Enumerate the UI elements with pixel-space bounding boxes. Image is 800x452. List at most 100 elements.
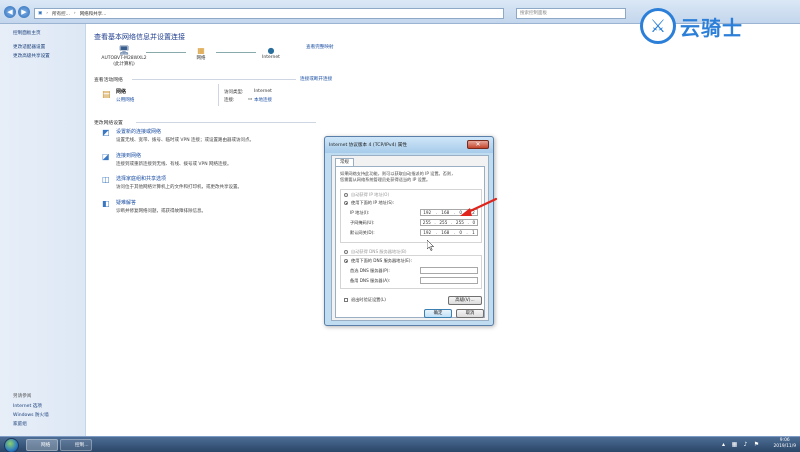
mouse-cursor-icon (427, 240, 435, 251)
homegroup-icon: ◫ (102, 175, 110, 184)
control-panel-icon: ▣ (38, 11, 43, 16)
taskbar-item-label: 网络 (41, 443, 51, 448)
link-network-type[interactable]: 公用网络 (116, 97, 134, 103)
radio-manual-dns[interactable] (344, 259, 348, 263)
access-type-value: Internet (254, 89, 272, 94)
network-name: 网络 (116, 89, 127, 95)
radio-auto-dns[interactable] (344, 250, 348, 254)
computer-icon: 🖥 (118, 46, 130, 56)
ipv4-properties-dialog: Internet 协议版本 4 (TCP/IPv4) 属性 ✕ 常规 如果网络支… (324, 136, 494, 326)
back-arrow-icon[interactable]: ◀ (4, 6, 16, 18)
link-full-map[interactable]: 查看完整映射 (306, 44, 334, 50)
dot: . (467, 220, 469, 225)
divider (136, 122, 316, 123)
chevron-right-icon: › (73, 11, 76, 16)
search-input[interactable]: 搜索控制面板 (516, 8, 626, 19)
mask-octet: 255 (455, 220, 464, 225)
dot: . (435, 230, 437, 235)
tab-general[interactable]: 常规 (335, 158, 354, 166)
ok-button[interactable]: 确定 (424, 309, 452, 318)
network-tray-icon[interactable]: ▦ (731, 441, 738, 448)
breadcrumb-all-control-panel[interactable]: 所有控... (52, 11, 70, 17)
network-label: 网络 (196, 56, 206, 61)
mask-octet: 255 (422, 220, 431, 225)
general-panel: 如果网络支持此功能，则可以获取自动指派的 IP 设置。否则， 您需要从网络系统管… (335, 166, 485, 318)
alternate-dns-label: 备用 DNS 服务器(A): (350, 278, 391, 283)
dialog-titlebar[interactable]: Internet 协议版本 4 (TCP/IPv4) 属性 ✕ (325, 137, 493, 153)
address-input[interactable]: ▣ › 所有控... › 网络和共享... (34, 8, 504, 19)
access-type-label: 访问类型: (224, 90, 244, 95)
network-bench-icon: ▤ (102, 90, 111, 100)
connect-network-icon: ◪ (102, 152, 110, 161)
dot: . (453, 210, 455, 215)
ip-octet: 168 (441, 210, 450, 215)
active-networks-header: 查看活动网络 (94, 78, 123, 83)
validate-label: 退出时验证设置(L) (351, 297, 386, 302)
ethernet-icon: ▭ (248, 97, 253, 102)
internet-label: Internet (262, 55, 280, 60)
link-advanced-sharing[interactable]: 更改高级共享设置 (13, 53, 50, 59)
volume-icon[interactable]: ♪ (742, 441, 749, 448)
ip-octet: 192 (423, 210, 432, 215)
radio-manual-ip[interactable] (344, 201, 348, 205)
dialog-body: 常规 如果网络支持此功能，则可以获取自动指派的 IP 设置。否则， 您需要从网络… (331, 155, 489, 321)
task-new-connection[interactable]: 设置新的连接或网络 (116, 128, 161, 135)
troubleshoot-icon: ◧ (102, 199, 110, 208)
clock-date: 2019/11/9 (773, 444, 796, 449)
dot: . (434, 220, 436, 225)
link-connect-disconnect[interactable]: 连接或断开连接 (300, 76, 332, 82)
cancel-button[interactable]: 取消 (456, 309, 484, 318)
link-control-panel-home[interactable]: 控制面板主页 (13, 30, 41, 36)
taskbar-item-network[interactable]: 网络 (26, 439, 58, 451)
intro-line-2: 您需要从网络系统管理员处获得适当的 IP 设置。 (340, 177, 431, 182)
task-homegroup[interactable]: 选择家庭组和共享选项 (116, 175, 166, 182)
alternate-dns-input[interactable] (420, 277, 478, 284)
radio-auto-ip[interactable] (344, 193, 348, 197)
task-connect-network-desc: 连接到或重新连接到无线、有线、拨号或 VPN 网络连接。 (116, 162, 232, 167)
subnet-mask-input[interactable]: 255. 255. 255. 0 (420, 219, 478, 226)
clock[interactable]: 9:06 2019/11/9 (773, 438, 796, 450)
map-network: ▦ 网络 (186, 46, 216, 61)
gw-octet: 192 (423, 230, 432, 235)
connections-label: 连接: (224, 98, 235, 103)
mask-octet: 0 (472, 220, 476, 225)
link-windows-firewall[interactable]: Windows 防火墙 (13, 412, 49, 418)
start-button[interactable] (4, 438, 19, 452)
link-internet-options[interactable]: Internet 选项 (13, 403, 42, 409)
taskbar-item-control[interactable]: 控制... (60, 439, 92, 451)
map-internet: ● Internet (256, 46, 286, 60)
gateway-input[interactable]: 192. 168. 0. 1 (420, 229, 478, 236)
task-troubleshoot-desc: 诊断并修复网络问题，或获得故障排除信息。 (116, 209, 206, 214)
validate-checkbox[interactable] (344, 298, 348, 302)
mask-octet: 255 (439, 220, 448, 225)
flag-icon[interactable]: ⚑ (753, 441, 760, 448)
close-icon[interactable]: ✕ (467, 140, 489, 149)
dot: . (435, 210, 437, 215)
preferred-dns-label: 首选 DNS 服务器(P): (350, 268, 390, 273)
preferred-dns-input[interactable] (420, 267, 478, 274)
subnet-mask-label: 子网掩码(U): (350, 220, 375, 225)
new-connection-icon: ◩ (102, 128, 110, 137)
link-homegroup[interactable]: 家庭组 (13, 421, 27, 427)
task-homegroup-desc: 访问位于其他网络计算机上的文件和打印机，或更改共享设置。 (116, 185, 242, 190)
forward-arrow-icon[interactable]: ▶ (18, 6, 30, 18)
advanced-button[interactable]: 高级(V)... (448, 296, 482, 305)
task-connect-network[interactable]: 连接到网络 (116, 152, 141, 159)
see-also-header: 另请参阅 (13, 394, 32, 399)
task-troubleshoot[interactable]: 疑难解答 (116, 199, 136, 206)
map-line (146, 52, 186, 53)
nav-buttons: ◀ ▶ (4, 6, 30, 18)
globe-icon: ● (267, 46, 275, 55)
gw-octet: 1 (472, 230, 475, 235)
intro-line-1: 如果网络支持此功能，则可以获取自动指派的 IP 设置。否则， (340, 171, 456, 176)
taskbar-item-label: 控制... (75, 443, 89, 448)
computer-sub: (此计算机) (113, 62, 135, 67)
left-pane: 控制面板主页 更改适配器设置 更改高级共享设置 另请参阅 Internet 选项… (0, 24, 86, 436)
link-change-adapter-settings[interactable]: 更改适配器设置 (13, 44, 45, 50)
link-local-connection[interactable]: 本地连接 (254, 97, 272, 103)
network-house-icon: ▦ (197, 46, 205, 55)
breadcrumb-network-sharing[interactable]: 网络和共享... (80, 11, 107, 17)
tray-arrow-icon[interactable]: ▴ (720, 441, 727, 448)
ip-address-label: IP 地址(I): (350, 210, 370, 215)
red-arrow-annotation (460, 197, 498, 216)
